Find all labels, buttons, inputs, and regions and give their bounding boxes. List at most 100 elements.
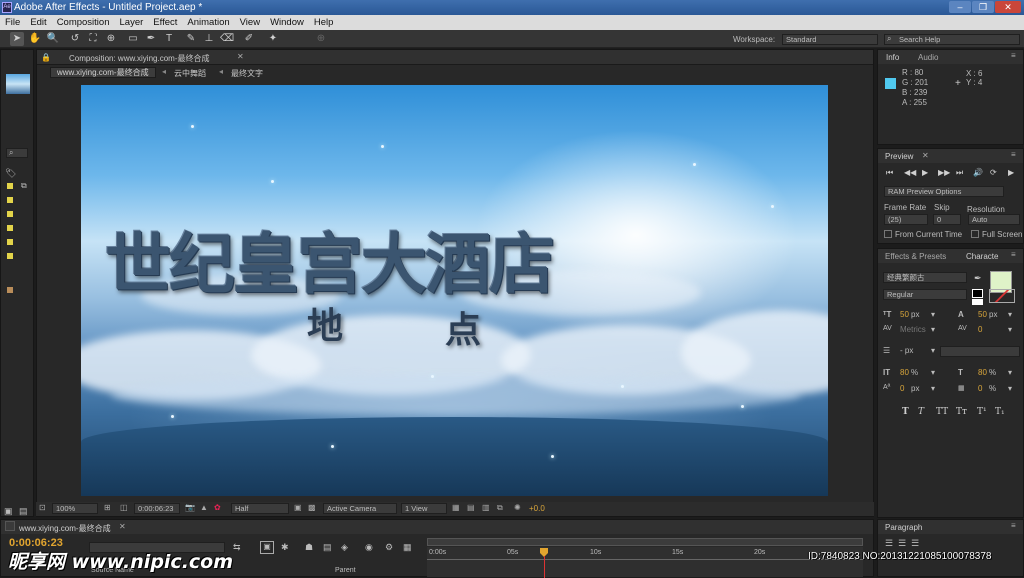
type-tool-icon[interactable]: T	[162, 32, 176, 46]
fast-previews-icon[interactable]: ▤	[467, 503, 475, 512]
rgb-channels-icon[interactable]: ✿	[214, 503, 221, 512]
tab-info[interactable]: Info	[886, 53, 899, 62]
view-layout-dropdown[interactable]: 1 View	[401, 503, 447, 514]
horizontal-scale-value[interactable]: 80	[978, 368, 987, 377]
from-current-time-checkbox[interactable]	[884, 230, 892, 238]
tab-character[interactable]: Characte	[966, 252, 998, 261]
faux-bold-button[interactable]: T	[902, 407, 909, 417]
flowchart-icon[interactable]: ⧉	[497, 503, 503, 513]
close-tab-icon[interactable]: ✕	[119, 522, 126, 531]
black-color-swatch[interactable]	[972, 289, 983, 298]
menu-animation[interactable]: Animation	[182, 15, 234, 30]
composition-mini-flowchart-icon[interactable]: ⇆	[233, 542, 241, 553]
composition-viewer[interactable]: 世纪皇宫大酒店 地 点	[81, 85, 828, 496]
toggle-mask-icon[interactable]: ◫	[120, 503, 128, 512]
live-update-icon[interactable]: ▣	[260, 541, 274, 554]
loop-icon[interactable]: ⟳	[990, 168, 997, 177]
frame-blending-icon[interactable]: ▤	[323, 542, 332, 553]
zoom-tool-icon[interactable]: 🔍	[46, 32, 60, 46]
hide-shy-layers-icon[interactable]: ☗	[305, 542, 313, 553]
menu-layer[interactable]: Layer	[115, 15, 149, 30]
always-preview-icon[interactable]: ⊡	[39, 503, 46, 512]
dropdown-arrow-icon[interactable]: ▾	[1008, 325, 1012, 334]
dropdown-arrow-icon[interactable]: ▾	[931, 325, 935, 334]
font-style-dropdown[interactable]: Regular	[883, 289, 967, 300]
vertical-scale-value[interactable]: 80	[900, 368, 909, 377]
project-search-icon[interactable]: ⌕	[6, 148, 28, 158]
brush-tool-icon[interactable]: ✎	[184, 32, 198, 46]
time-ruler[interactable]: 0:00s 05s 10s 15s 20s	[427, 547, 863, 577]
exposure-icon[interactable]: ✺	[514, 503, 521, 512]
close-tab-icon[interactable]: ✕	[237, 52, 244, 61]
white-color-swatch[interactable]	[972, 299, 983, 305]
brainstorm-icon[interactable]: ⚙	[385, 542, 393, 553]
dropdown-arrow-icon[interactable]: ▾	[1008, 368, 1012, 377]
leading-value[interactable]: 50	[978, 310, 987, 319]
menu-composition[interactable]: Composition	[52, 15, 115, 30]
previous-frame-icon[interactable]: ◀◀	[904, 168, 916, 177]
close-tab-icon[interactable]: ✕	[922, 151, 929, 160]
project-thumbnail[interactable]	[6, 74, 30, 94]
font-family-dropdown[interactable]: 经典繁颜古	[883, 272, 967, 283]
kerning-value[interactable]: Metrics	[900, 325, 926, 334]
baseline-shift-value[interactable]: 0	[900, 384, 904, 393]
current-time-display[interactable]: 0:00:06:23	[134, 503, 180, 514]
faux-italic-button[interactable]: T	[918, 407, 924, 417]
tab-preview[interactable]: Preview	[885, 152, 913, 161]
dropdown-arrow-icon[interactable]: ▾	[1008, 310, 1012, 319]
timeline-icon[interactable]: ▥	[482, 503, 490, 512]
search-help-input[interactable]: Search Help	[884, 34, 1020, 45]
eyedropper-icon[interactable]: ✒	[974, 273, 982, 284]
last-frame-icon[interactable]: ⏭	[956, 168, 963, 178]
line-spacing-unit[interactable]: - px	[900, 346, 913, 355]
menu-help[interactable]: Help	[309, 15, 339, 30]
full-screen-checkbox[interactable]	[971, 230, 979, 238]
work-area-bar[interactable]	[427, 538, 863, 546]
clone-stamp-tool-icon[interactable]: ⊥	[202, 32, 216, 46]
resolution-dropdown[interactable]: Auto	[968, 214, 1020, 225]
font-size-value[interactable]: 50	[900, 310, 909, 319]
audio-icon[interactable]: 🔊	[973, 168, 983, 177]
small-caps-button[interactable]: Tт	[956, 407, 967, 417]
magnification-dropdown[interactable]: 100%	[52, 503, 98, 514]
minimize-button[interactable]: –	[949, 1, 971, 13]
tab-paragraph[interactable]: Paragraph	[885, 523, 922, 532]
rotation-tool-icon[interactable]: ↺	[68, 32, 82, 46]
pen-tool-icon[interactable]: ✒	[144, 32, 158, 46]
lock-icon[interactable]: 🔒	[41, 53, 51, 62]
next-frame-icon[interactable]: ▶▶	[938, 168, 950, 177]
composition-panel-title[interactable]: Composition: www.xiying.com-最终合成	[69, 53, 209, 64]
panel-menu-icon[interactable]: ≡	[1011, 51, 1016, 60]
puppet-pin-tool-icon[interactable]: ✦	[266, 32, 280, 46]
camera-view-dropdown[interactable]: Active Camera	[323, 503, 397, 514]
graph-editor-icon[interactable]: ◉	[365, 542, 373, 553]
eraser-tool-icon[interactable]: ⌫	[220, 32, 234, 46]
dropdown-arrow-icon[interactable]: ▾	[931, 384, 935, 393]
flowchart-icon[interactable]: ⧉	[21, 181, 27, 191]
timeline-tab[interactable]: www.xiying.com-最终合成	[19, 523, 111, 534]
axis-mode-icon[interactable]: ⊕	[314, 32, 328, 46]
all-caps-button[interactable]: TT	[936, 407, 948, 417]
new-composition-icon[interactable]: ▤	[19, 506, 28, 517]
hand-tool-icon[interactable]: ✋	[28, 32, 42, 46]
close-button[interactable]: ✕	[995, 1, 1021, 13]
roto-brush-tool-icon[interactable]: ✐	[242, 32, 256, 46]
rectangle-tool-icon[interactable]: ▭	[126, 32, 140, 46]
pan-behind-tool-icon[interactable]: ⊕	[104, 32, 118, 46]
tab-effects-presets[interactable]: Effects & Presets	[885, 252, 946, 261]
paragraph-align-icons[interactable]: ☰☰☰	[885, 538, 924, 549]
region-of-interest-icon[interactable]: ▣	[294, 503, 302, 512]
safe-margins-icon[interactable]: ⊞	[104, 503, 111, 512]
panel-menu-icon[interactable]: ≡	[1011, 150, 1016, 159]
motion-blur-icon[interactable]: ◈	[341, 542, 348, 553]
subscript-button[interactable]: T₁	[995, 407, 1005, 417]
exposure-value[interactable]: +0.0	[529, 504, 545, 513]
ram-preview-icon[interactable]: ▶	[1008, 168, 1014, 177]
tab-audio[interactable]: Audio	[918, 53, 938, 62]
menu-edit[interactable]: Edit	[25, 15, 51, 30]
comp-breadcrumb-main[interactable]: www.xiying.com-最终合成	[50, 67, 156, 78]
comp-breadcrumb-cloud-dance[interactable]: 云中舞蹈	[174, 68, 206, 79]
new-folder-icon[interactable]: ▣	[4, 506, 13, 517]
transparency-grid-icon[interactable]: ▩	[308, 503, 316, 512]
workspace-dropdown[interactable]: Standard	[782, 34, 878, 45]
